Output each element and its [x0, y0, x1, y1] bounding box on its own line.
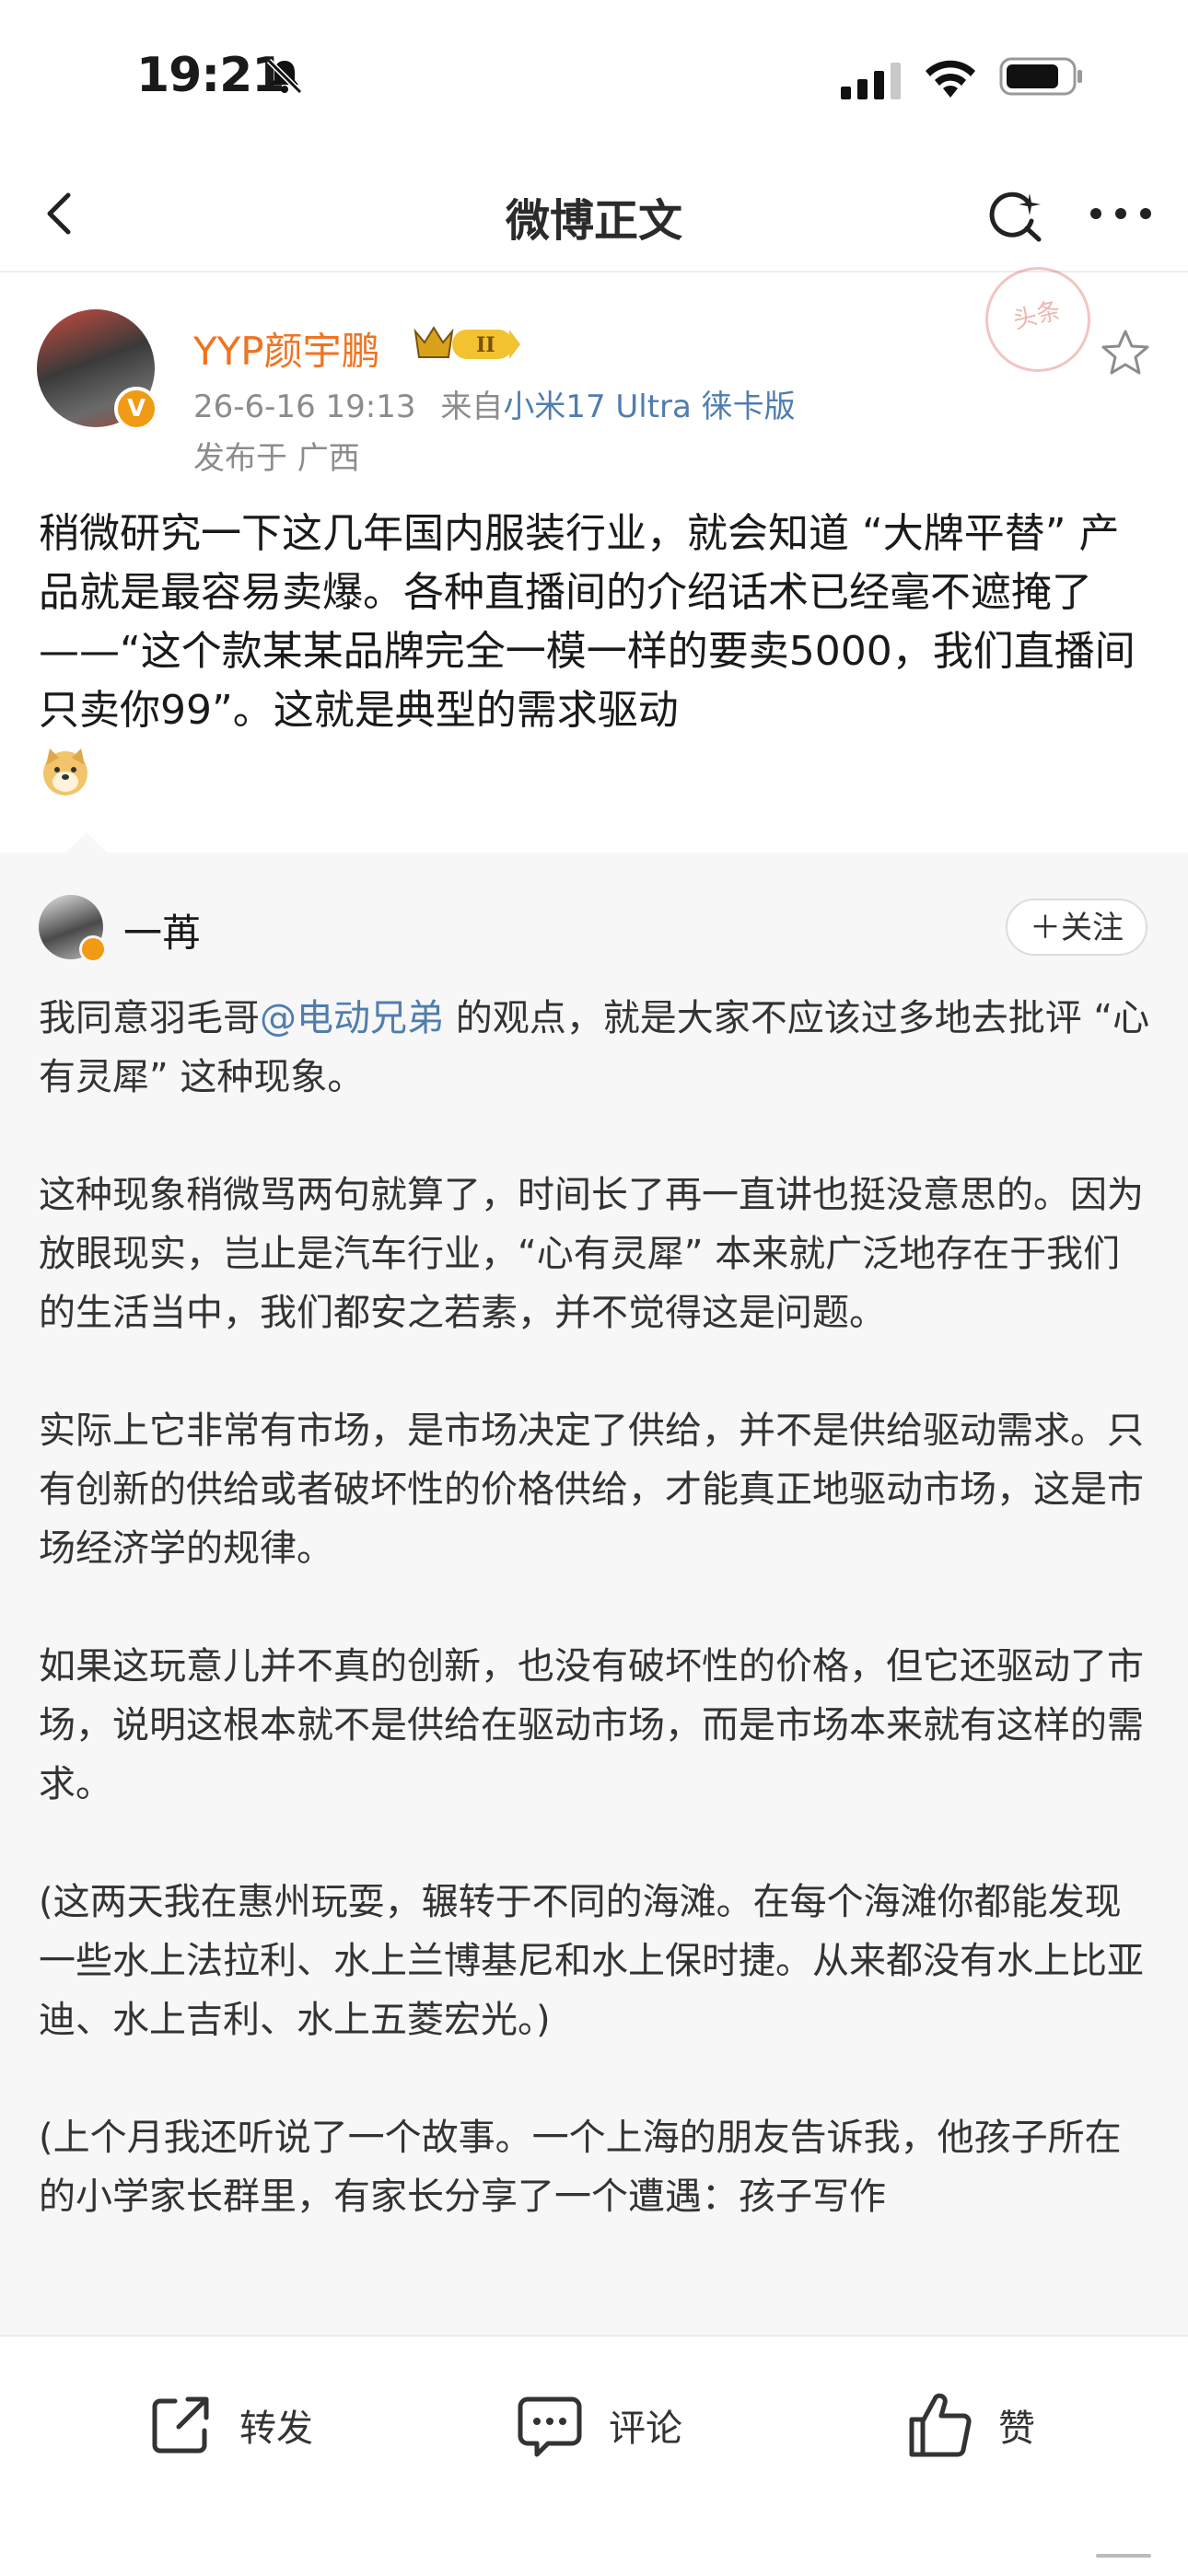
author-avatar[interactable]: V — [37, 309, 158, 431]
status-bar: 19:21 — [0, 0, 1188, 157]
verified-badge-icon: V — [114, 387, 158, 431]
thumbs-up-icon — [909, 2393, 972, 2457]
cellular-signal-icon — [841, 63, 901, 99]
repost-paragraph: 我同意羽毛哥@电动兄弟 的观点，就是大家不应该过多地去批评 “心有灵犀” 这种现… — [39, 989, 1153, 1107]
wifi-icon — [926, 60, 975, 98]
repost-paragraph: (这两天我在惠州玩耍，辗转于不同的海滩。在每个海滩你都能发现一些水上法拉利、水上… — [39, 1881, 1144, 2041]
repost-button[interactable]: 转发 — [144, 2388, 313, 2462]
post-body: 稍微研究一下这几年国内服装行业，就会知道 “大牌平替” 产品就是最容易卖爆。各种… — [39, 510, 1136, 734]
home-indicator — [1096, 2554, 1151, 2558]
bottom-action-bar: 转发 评论 赞 — [0, 2335, 1188, 2576]
comment-icon — [518, 2396, 582, 2457]
comment-button[interactable]: 评论 — [513, 2388, 682, 2462]
favorite-star-icon[interactable] — [1098, 326, 1153, 381]
like-label: 赞 — [998, 2408, 1035, 2450]
repost-label: 转发 — [239, 2408, 313, 2450]
source-prefix: 来自 — [440, 389, 504, 425]
post-location: 发布于 广西 — [193, 440, 360, 477]
follow-button[interactable]: ＋关注 — [1006, 899, 1147, 956]
repost-author-name[interactable]: 一苒 — [123, 902, 201, 958]
vip-crown-icon[interactable]: II — [412, 322, 522, 365]
share-icon — [152, 2396, 209, 2454]
repost-text-segment: 我同意羽毛哥 — [39, 997, 260, 1039]
comment-label: 评论 — [609, 2408, 682, 2450]
author-name[interactable]: YYP颜宇鹏 — [193, 320, 380, 377]
status-time: 19:21 — [136, 48, 285, 103]
repost-card[interactable]: 一苒 ＋关注 我同意羽毛哥@电动兄弟 的观点，就是大家不应该过多地去批评 “心有… — [0, 853, 1188, 2335]
mention-link[interactable]: @电动兄弟 — [260, 997, 444, 1039]
repost-text: 我同意羽毛哥@电动兄弟 的观点，就是大家不应该过多地去批评 “心有灵犀” 这种现… — [39, 989, 1153, 2285]
doge-emoji-icon — [43, 748, 87, 795]
repost-paragraph: (上个月我还听说了一个故事。一个上海的朋友告诉我，他孩子所在的小学家长群里，有家… — [39, 2117, 1122, 2218]
nav-bar: 微博正文 — [0, 157, 1188, 273]
repost-pointer — [64, 832, 109, 854]
refresh-search-icon[interactable] — [976, 177, 1050, 250]
svg-text:II: II — [476, 333, 495, 357]
post-meta: 26-6-16 19:13 来自小米17 Ultra 徕卡版 — [193, 381, 796, 426]
post-date: 26-6-16 19:13 — [193, 389, 416, 425]
repost-paragraph: 实际上它非常有市场，是市场决定了供给，并不是供给驱动需求。只有创新的供给或者破坏… — [39, 1410, 1144, 1570]
post-text: 稍微研究一下这几年国内服装行业，就会知道 “大牌平替” 产品就是最容易卖爆。各种… — [39, 505, 1153, 799]
repost-paragraph: 如果这玩意儿并不真的创新，也没有破坏性的价格，但它还驱动了市场，说明这根本就不是… — [39, 1645, 1144, 1805]
like-button[interactable]: 赞 — [903, 2388, 1035, 2462]
repost-paragraph: 这种现象稍微骂两句就算了，时间长了再一直讲也挺没意思的。因为放眼现实，岂止是汽车… — [39, 1174, 1144, 1334]
bell-muted-icon — [266, 58, 303, 95]
post-source[interactable]: 小米17 Ultra 徕卡版 — [503, 389, 795, 425]
verified-badge-icon — [79, 935, 107, 963]
repost-author-avatar[interactable] — [39, 895, 107, 963]
more-icon[interactable] — [1079, 177, 1162, 250]
battery-icon — [999, 57, 1082, 96]
headline-stamp: 头条 — [973, 255, 1102, 384]
